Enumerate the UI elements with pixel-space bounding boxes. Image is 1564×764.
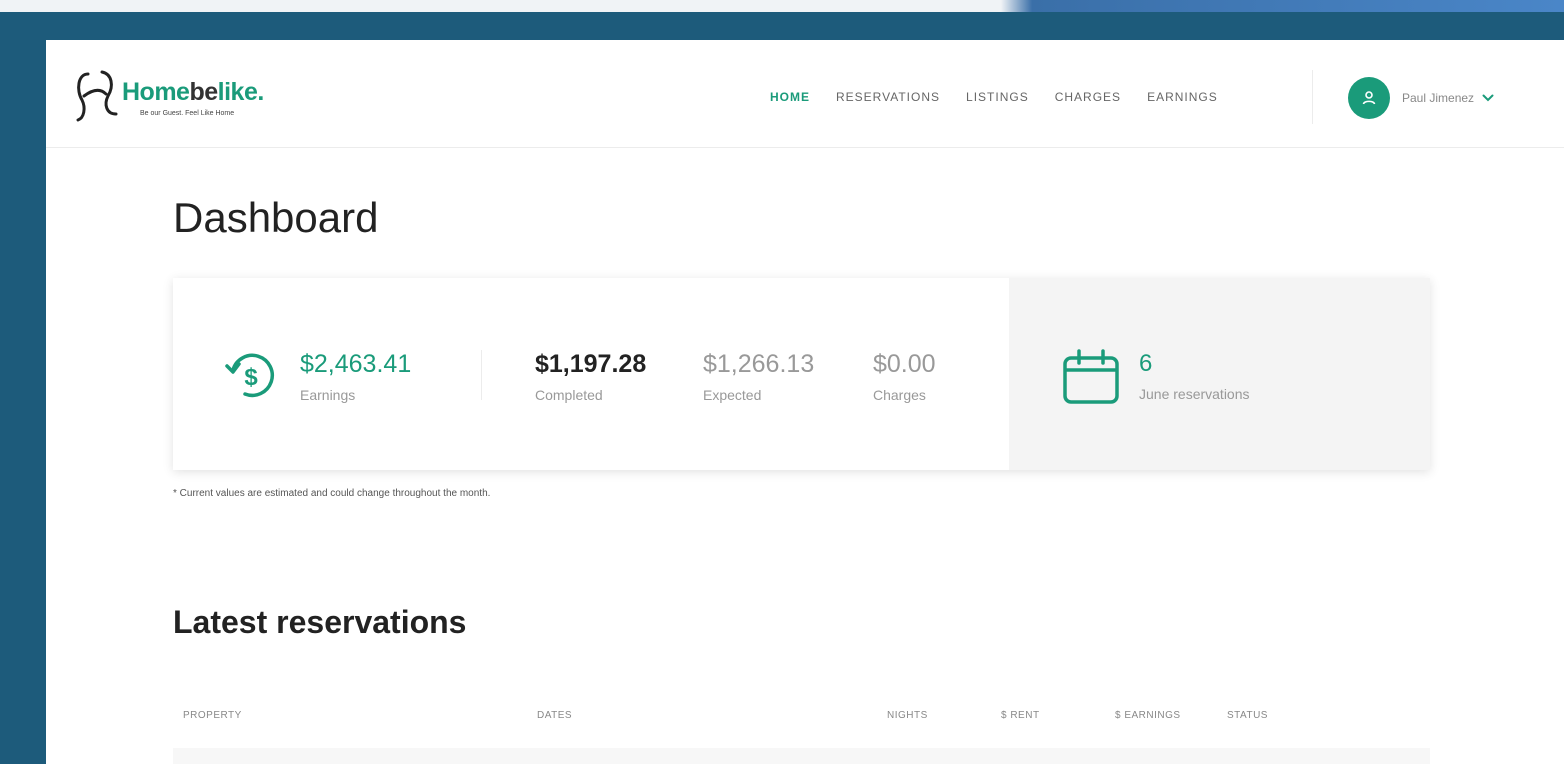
column-status[interactable]: STATUS	[1227, 710, 1268, 721]
earnings-value: $2,463.41	[300, 350, 412, 378]
user-icon	[1362, 91, 1376, 105]
nav-listings[interactable]: LISTINGS	[966, 90, 1029, 104]
reservations-summary: 6 June reservations	[1009, 278, 1430, 470]
avatar[interactable]	[1348, 77, 1390, 119]
stat-charges: $0.00 Charges	[873, 350, 936, 403]
nav-reservations[interactable]: RESERVATIONS	[836, 90, 940, 104]
logo-mark-icon	[76, 70, 118, 122]
table-row[interactable]	[173, 748, 1430, 764]
reservations-table-header: PROPERTY DATES NIGHTS $ RENT $ EARNINGS …	[173, 710, 1430, 730]
stats-card: $ $2,463.41 Earnings $1,197.28 Completed…	[173, 278, 1430, 470]
nav-earnings[interactable]: EARNINGS	[1147, 90, 1218, 104]
svg-text:$: $	[244, 364, 258, 391]
section-title-latest-reservations: Latest reservations	[173, 604, 467, 640]
user-menu[interactable]: Paul Jimenez	[1348, 76, 1494, 120]
user-name[interactable]: Paul Jimenez	[1402, 91, 1474, 105]
earnings-label: Earnings	[300, 387, 356, 403]
column-dates[interactable]: DATES	[537, 710, 572, 721]
main-nav: HOME RESERVATIONS LISTINGS CHARGES EARNI…	[770, 90, 1244, 104]
app-window: Homebelike. Be our Guest. Feel Like Home…	[46, 40, 1564, 764]
brand-tagline: Be our Guest. Feel Like Home	[140, 110, 235, 117]
completed-label: Completed	[535, 387, 603, 403]
expected-label: Expected	[703, 387, 762, 403]
stat-completed: $1,197.28 Completed	[535, 350, 646, 403]
reservations-label: June reservations	[1139, 386, 1250, 402]
column-property[interactable]: PROPERTY	[183, 710, 242, 721]
calendar-icon	[1063, 349, 1119, 404]
brand-name: Homebelike.	[122, 78, 264, 106]
page-title: Dashboard	[173, 194, 379, 241]
earnings-summary: $ $2,463.41 Earnings $1,197.28 Completed…	[173, 278, 1009, 470]
charges-value: $0.00	[873, 350, 936, 378]
stat-june-reservations: 6 June reservations	[1139, 350, 1250, 402]
stats-divider	[481, 350, 482, 400]
stat-earnings: $2,463.41 Earnings	[300, 350, 411, 403]
expected-value: $1,266.13	[703, 350, 815, 378]
column-nights[interactable]: NIGHTS	[887, 710, 928, 721]
column-rent[interactable]: $ RENT	[1001, 710, 1040, 721]
header-divider	[1312, 70, 1313, 124]
charges-label: Charges	[873, 387, 926, 403]
brand-logo[interactable]: Homebelike. Be our Guest. Feel Like Home	[70, 66, 310, 126]
estimate-note: * Current values are estimated and could…	[173, 488, 491, 499]
browser-top-strip	[0, 0, 1564, 12]
column-earnings[interactable]: $ EARNINGS	[1115, 710, 1181, 721]
nav-home[interactable]: HOME	[770, 90, 810, 104]
stat-expected: $1,266.13 Expected	[703, 350, 814, 403]
reservations-count: 6	[1139, 350, 1153, 377]
dollar-cycle-icon: $	[225, 353, 274, 398]
top-header: Homebelike. Be our Guest. Feel Like Home…	[46, 40, 1564, 148]
nav-charges[interactable]: CHARGES	[1055, 90, 1121, 104]
chevron-down-icon[interactable]	[1482, 93, 1494, 103]
completed-value: $1,197.28	[535, 350, 647, 378]
